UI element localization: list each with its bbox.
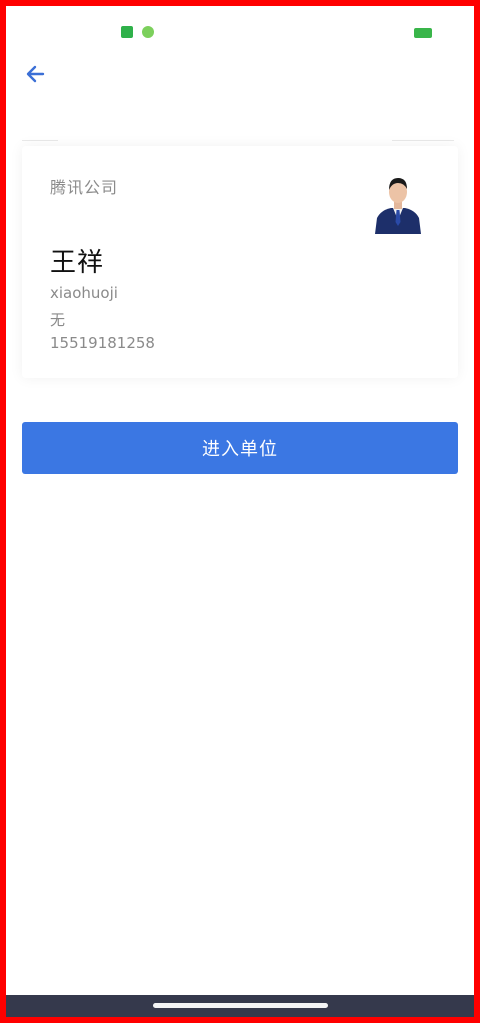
back-button[interactable]	[20, 58, 52, 90]
header-divider-right	[392, 140, 454, 141]
enter-organization-button[interactable]: 进入单位	[22, 422, 458, 474]
battery-icon	[414, 28, 432, 38]
person-name: 王祥	[50, 248, 105, 278]
company-name: 腾讯公司	[50, 178, 119, 197]
avatar	[371, 172, 425, 234]
app-notification-icon	[121, 26, 133, 38]
home-indicator[interactable]	[153, 1003, 328, 1008]
header-divider-left	[22, 140, 58, 141]
username: xiaohuoji	[50, 284, 118, 302]
phone-number: 15519181258	[50, 334, 155, 352]
wechat-icon	[142, 26, 154, 38]
profile-card: 腾讯公司 王祥 xiaohuoji 无 15519181258	[22, 146, 458, 378]
status-bar	[0, 0, 480, 56]
role-value: 无	[50, 311, 66, 329]
arrow-left-icon	[26, 65, 45, 83]
